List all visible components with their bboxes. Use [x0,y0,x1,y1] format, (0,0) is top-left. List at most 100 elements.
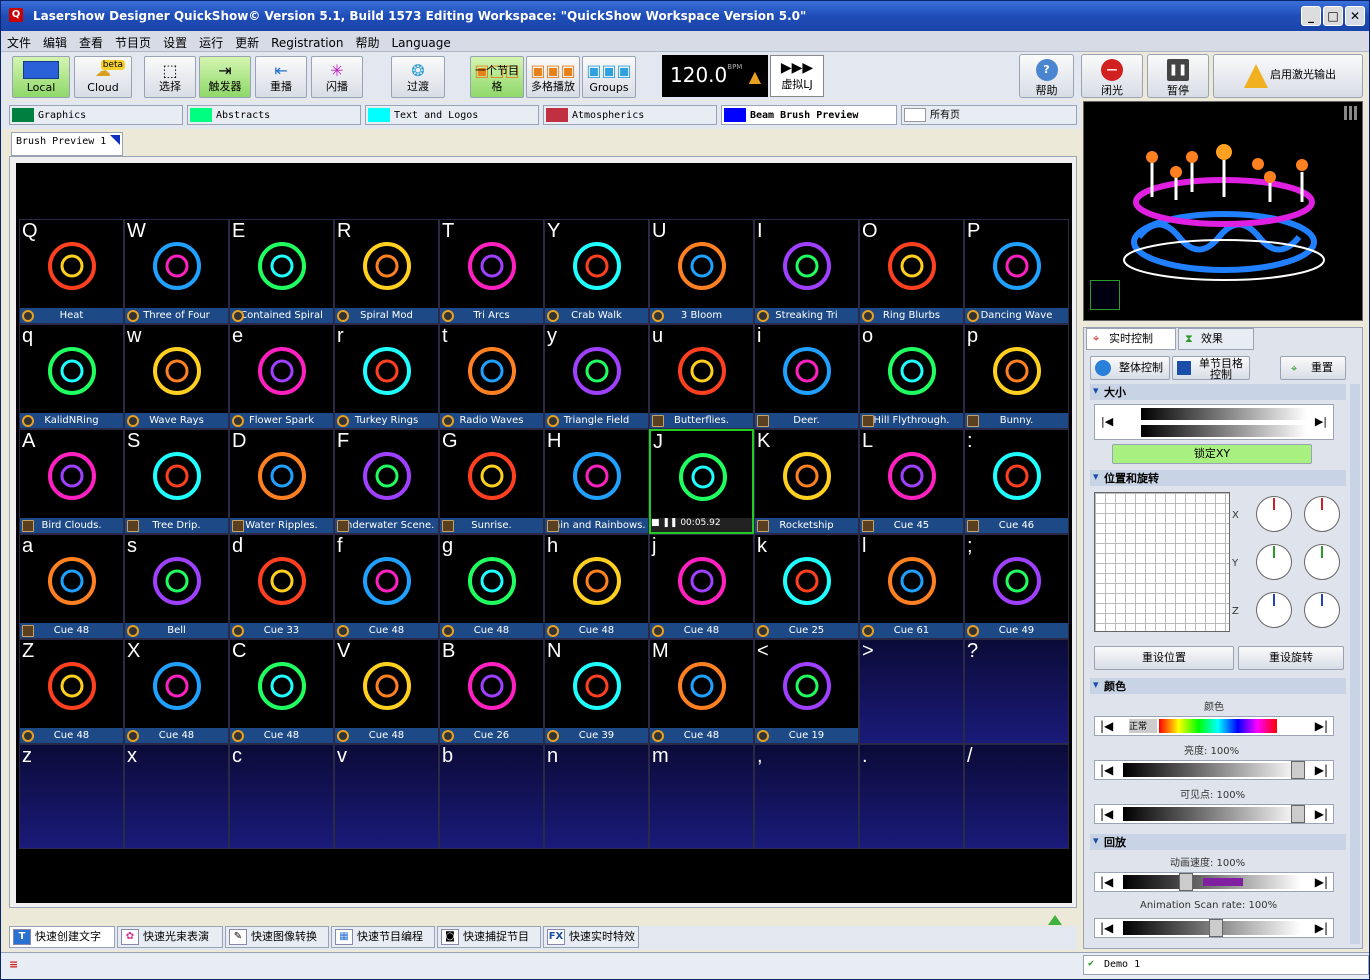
cue-cell[interactable]: Z Cue 48 [19,639,124,744]
tab-beam-brush-preview[interactable]: Beam Brush Preview [721,105,897,125]
groups-button[interactable]: ▣▣▣ Groups [582,56,636,98]
bpm-display[interactable]: 120.0BPM ▲ [662,55,768,97]
reset-all-button[interactable]: ⌖ 重置 [1280,356,1346,380]
color-slider[interactable]: |◀ 正常 ▶| [1094,716,1334,736]
rotation-x-speed-knob[interactable] [1304,496,1340,532]
slider-thumb[interactable] [1179,873,1193,891]
tab-quick-program[interactable]: ▦ 快速节目编程 [331,926,435,948]
cue-cell[interactable]: m [649,744,754,849]
cue-cell[interactable]: : Cue 46 [964,429,1069,534]
flash-button[interactable]: ✳ 闪播 [311,56,363,98]
tab-atmospherics[interactable]: Atmospherics [543,105,717,125]
cue-cell[interactable]: j Cue 48 [649,534,754,639]
pause-button[interactable]: ❚❚ 暂停 [1147,54,1209,98]
cue-cell[interactable]: W Three of Four [124,219,229,324]
cue-cell[interactable]: s Bell [124,534,229,639]
cue-cell[interactable]: n [544,744,649,849]
cue-cell[interactable]: G Sunrise. [439,429,544,534]
reset-rotation-button[interactable]: 重设旋转 [1238,646,1344,670]
cue-cell[interactable]: N Cue 39 [544,639,649,744]
single-cue-control-button[interactable]: 单节目格 控制 [1172,356,1250,380]
cue-cell[interactable]: r Turkey Rings [334,324,439,429]
cue-cell[interactable]: E Contained Spiral [229,219,334,324]
cue-cell[interactable]: J ■ ❚❚ 00:05.92 [649,429,754,534]
lock-xy-button[interactable]: 锁定XY [1112,444,1312,464]
position-pad[interactable] [1094,492,1230,632]
stop-icon[interactable]: ■ [651,518,662,528]
section-size[interactable]: 大小 [1090,384,1346,400]
cue-cell[interactable]: Y Crab Walk [544,219,649,324]
select-button[interactable]: ⬚ 选择 [144,56,196,98]
transition-button[interactable]: ❂ 过渡 [391,56,445,98]
preview-thumbnail[interactable] [1090,280,1120,310]
cue-cell[interactable]: R Spiral Mod [334,219,439,324]
cue-cell[interactable]: f Cue 48 [334,534,439,639]
menu-help[interactable]: 帮助 [349,31,385,54]
section-color[interactable]: 颜色 [1090,678,1346,694]
cue-cell[interactable]: D Water Ripples. [229,429,334,534]
cue-cell[interactable]: o Hill Flythrough. [859,324,964,429]
multi-cue-button[interactable]: ▣▣▣ 多格播放 [526,56,580,98]
cue-cell[interactable]: k Cue 25 [754,534,859,639]
tab-quick-beam[interactable]: ✿ 快速光束表演 [117,926,223,948]
tab-all-pages[interactable]: 所有页 [901,105,1077,125]
cue-cell[interactable]: / [964,744,1069,849]
scan-rate-slider[interactable]: |◀ ▶| [1094,918,1334,938]
tab-graphics[interactable]: Graphics [9,105,183,125]
global-control-button[interactable]: 整体控制 [1090,356,1170,380]
cue-cell[interactable]: T Tri Arcs [439,219,544,324]
scroll-up-icon[interactable] [1048,915,1062,925]
cue-playback-controls[interactable]: ■ ❚❚ 00:05.92 [651,518,752,532]
slider-thumb[interactable] [1291,805,1305,823]
cue-cell[interactable]: U3 Bloom [649,219,754,324]
menu-update[interactable]: 更新 [229,31,265,54]
cue-cell[interactable]: A Bird Clouds. [19,429,124,534]
tab-quick-image[interactable]: ✎ 快速图像转换 [225,926,329,948]
cue-cell[interactable]: ; Cue 49 [964,534,1069,639]
menu-edit[interactable]: 编辑 [37,31,73,54]
cue-cell[interactable]: h Cue 48 [544,534,649,639]
menu-page[interactable]: 节目页 [109,31,157,54]
trigger-button[interactable]: ⇥ 触发器 [199,56,251,98]
size-x-slider[interactable] [1141,408,1307,420]
enable-laser-button[interactable]: 启用激光输出 [1213,54,1363,98]
tab-text-logos[interactable]: Text and Logos [365,105,539,125]
section-playback[interactable]: 回放 [1090,834,1346,850]
local-button[interactable]: Local [12,56,70,98]
cue-cell[interactable]: O Ring Blurbs [859,219,964,324]
grid-menu-icon[interactable] [1344,106,1358,120]
menu-language[interactable]: Language [386,33,457,53]
cue-cell[interactable]: Q Heat [19,219,124,324]
section-position-rotation[interactable]: 位置和旋转 [1090,470,1346,486]
animation-speed-slider[interactable]: |◀ ▶| [1094,872,1334,892]
menu-settings[interactable]: 设置 [157,31,193,54]
cue-cell[interactable]: l Cue 61 [859,534,964,639]
cue-cell[interactable]: > [859,639,964,744]
tab-abstracts[interactable]: Abstracts [187,105,361,125]
rotation-y-knob[interactable] [1256,544,1292,580]
menu-run[interactable]: 运行 [193,31,229,54]
cue-cell[interactable]: q KalidNRing [19,324,124,429]
cue-cell[interactable]: S Tree Drip. [124,429,229,534]
cue-cell[interactable]: ? [964,639,1069,744]
cue-cell[interactable]: t Radio Waves [439,324,544,429]
tab-quick-fx[interactable]: FX 快速实时特效 [543,926,639,948]
cue-cell[interactable]: x [124,744,229,849]
visible-points-slider[interactable]: |◀ ▶| [1094,804,1334,824]
cue-cell[interactable]: K Rocketship [754,429,859,534]
panel-scrollbar[interactable] [1350,384,1360,944]
cue-cell[interactable]: b [439,744,544,849]
cue-cell[interactable]: V Cue 48 [334,639,439,744]
tab-quick-capture[interactable]: ◙ 快速捕捉节目 [437,926,541,948]
cue-cell[interactable]: c [229,744,334,849]
maximize-button[interactable]: □ [1323,6,1343,26]
slider-thumb[interactable] [1291,761,1305,779]
brightness-slider[interactable]: |◀ ▶| [1094,760,1334,780]
cue-cell[interactable]: H Rain and Rainbows. [544,429,649,534]
rotation-z-knob[interactable] [1256,592,1292,628]
cue-cell[interactable]: P Dancing Wave [964,219,1069,324]
menu-registration[interactable]: Registration [265,33,349,53]
blackout-button[interactable]: — 闭光 [1081,54,1143,98]
rotation-z-speed-knob[interactable] [1304,592,1340,628]
help-button[interactable]: ? 帮助 [1019,54,1074,98]
